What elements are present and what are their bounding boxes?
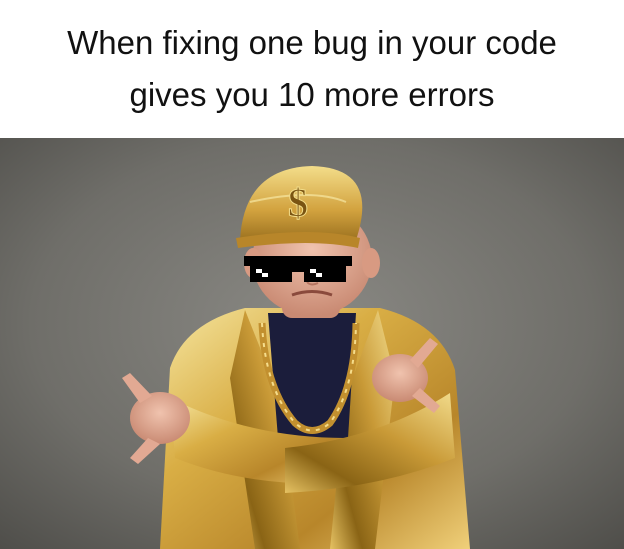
photo-illustration: $ [0, 138, 624, 549]
caption-line-1: When fixing one bug in your code [67, 24, 557, 61]
right-ear [362, 248, 380, 278]
photo: $ [0, 138, 624, 549]
meme-image: When fixing one bug in your code gives y… [0, 0, 624, 549]
dollar-sign-icon: $ [288, 180, 308, 225]
caption-line-2: gives you 10 more errors [129, 76, 495, 113]
caption: When fixing one bug in your code gives y… [0, 0, 624, 138]
